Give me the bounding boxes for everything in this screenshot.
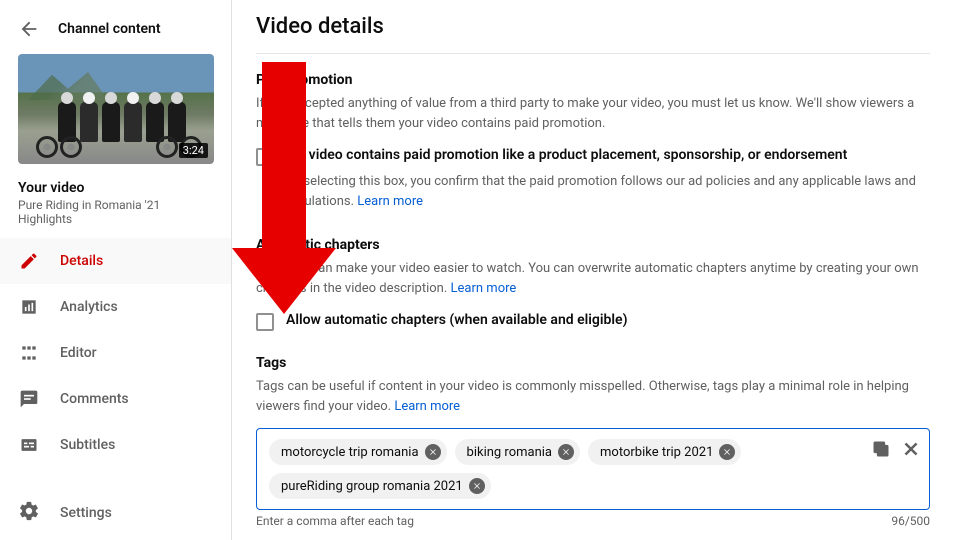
video-thumbnail[interactable]: 3:24 [18, 54, 214, 164]
sidebar-item-label: Subtitles [60, 437, 115, 453]
video-title-text: Pure Riding in Romania '21 Highlights [0, 198, 231, 238]
comments-icon [18, 388, 40, 410]
sidebar: Channel content 3:24 Your video Pure Rid… [0, 0, 232, 540]
remove-tag-icon[interactable] [425, 444, 441, 460]
paid-promotion-checkbox[interactable] [256, 148, 274, 166]
sidebar-item-label: Editor [60, 345, 97, 361]
tags-counter: 96/500 [891, 514, 930, 528]
tags-hint: Enter a comma after each tag [256, 514, 414, 528]
tags-section: Tags Tags can be useful if content in yo… [256, 331, 930, 528]
main-content: Video details Paid promotion If you acce… [232, 0, 960, 540]
sidebar-item-label: Details [60, 253, 103, 269]
analytics-icon [18, 296, 40, 318]
sidebar-settings[interactable]: Settings [0, 486, 231, 540]
automatic-chapters-heading: Automatic chapters [256, 237, 930, 259]
your-video-label: Your video [0, 172, 231, 198]
paid-promotion-section: Paid promotion If you accepted anything … [256, 54, 930, 211]
paid-promotion-confirm-text: By selecting this box, you confirm that … [256, 166, 930, 211]
tags-input-box[interactable]: motorcycle trip romania biking romania m… [256, 428, 930, 510]
sidebar-nav: Details Analytics Editor Comments Subtit… [0, 238, 231, 468]
copy-tags-icon[interactable] [871, 439, 891, 463]
page-title: Video details [256, 14, 930, 54]
back-arrow-icon[interactable] [18, 18, 40, 40]
tags-heading: Tags [256, 355, 930, 377]
tag-chip[interactable]: pureRiding group romania 2021 [269, 473, 491, 499]
tag-chip[interactable]: biking romania [455, 439, 581, 465]
paid-promotion-heading: Paid promotion [256, 72, 930, 94]
automatic-chapters-description: Chapters can make your video easier to w… [256, 259, 930, 298]
sidebar-item-subtitles[interactable]: Subtitles [0, 422, 231, 468]
thumbnail-duration: 3:24 [179, 143, 208, 158]
remove-tag-icon[interactable] [558, 444, 574, 460]
channel-content-label[interactable]: Channel content [58, 21, 161, 37]
tag-chip[interactable]: motorbike trip 2021 [588, 439, 741, 465]
sidebar-item-details[interactable]: Details [0, 238, 231, 284]
pencil-icon [18, 250, 40, 272]
sidebar-item-label: Analytics [60, 299, 118, 315]
paid-promotion-description: If you accepted anything of value from a… [256, 94, 930, 133]
tag-chip[interactable]: motorcycle trip romania [269, 439, 447, 465]
automatic-chapters-checkbox-label: Allow automatic chapters (when available… [286, 312, 627, 328]
automatic-chapters-checkbox[interactable] [256, 313, 274, 331]
learn-more-link[interactable]: Learn more [357, 194, 423, 209]
gear-icon [18, 500, 40, 526]
learn-more-link[interactable]: Learn more [451, 281, 517, 296]
sidebar-item-label: Comments [60, 391, 129, 407]
clear-tags-icon[interactable] [901, 439, 921, 463]
settings-label: Settings [60, 505, 112, 521]
remove-tag-icon[interactable] [469, 478, 485, 494]
automatic-chapters-section: Automatic chapters Chapters can make you… [256, 211, 930, 331]
learn-more-link[interactable]: Learn more [394, 399, 460, 414]
editor-icon [18, 342, 40, 364]
tags-description: Tags can be useful if content in your vi… [256, 377, 930, 416]
sidebar-item-analytics[interactable]: Analytics [0, 284, 231, 330]
sidebar-item-editor[interactable]: Editor [0, 330, 231, 376]
sidebar-item-comments[interactable]: Comments [0, 376, 231, 422]
remove-tag-icon[interactable] [719, 444, 735, 460]
subtitles-icon [18, 434, 40, 456]
paid-promotion-checkbox-label: My video contains paid promotion like a … [286, 147, 847, 163]
